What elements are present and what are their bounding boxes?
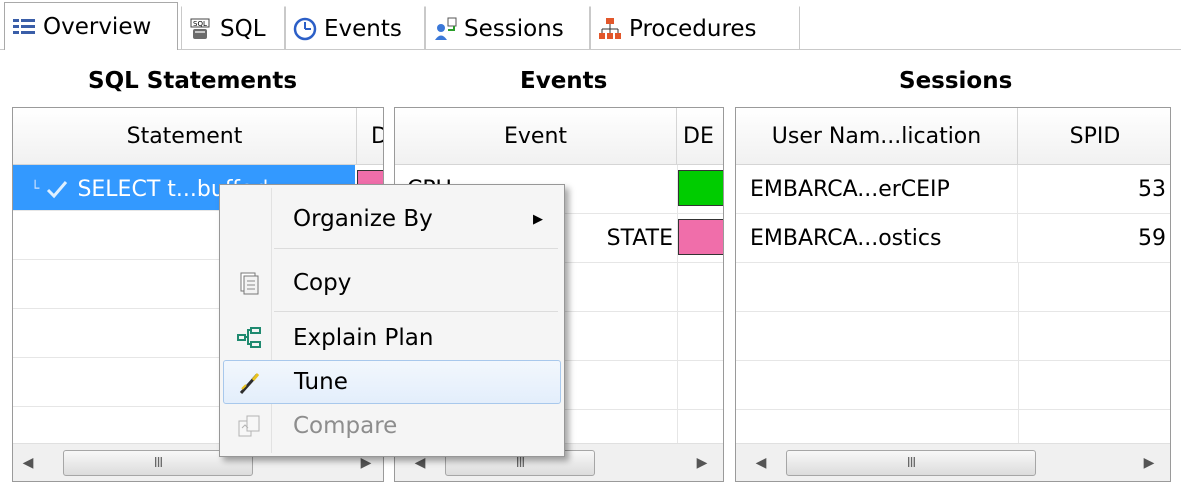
events-header-row: Event DE <box>395 108 723 165</box>
menu-item-organize-by[interactable]: Organize By ▶ <box>223 197 561 241</box>
table-row-empty <box>736 410 1170 445</box>
user-name-cell: EMBARCA...erCEIP <box>736 165 1018 213</box>
tree-connector-icon: └ <box>31 181 40 197</box>
scrollbar-grip: III <box>515 455 525 471</box>
menu-separator <box>274 248 558 249</box>
spid-cell: 53 <box>1138 176 1166 202</box>
sessions-panel: User Nam...lication SPID EMBARCA...erCEI… <box>735 107 1171 482</box>
scroll-right-arrow-icon[interactable]: ▶ <box>1138 452 1160 474</box>
column-divider <box>1018 263 1019 445</box>
sessions-heading: Sessions <box>899 68 1013 94</box>
sessions-header-row: User Nam...lication SPID <box>736 108 1170 165</box>
compare-icon <box>236 413 262 439</box>
scroll-right-arrow-icon[interactable]: ▶ <box>691 452 713 474</box>
explain-plan-icon <box>236 325 262 351</box>
sql-header-row: Statement D <box>13 108 383 165</box>
scrollbar-grip: III <box>153 455 163 471</box>
tab-events[interactable]: Events <box>285 6 425 50</box>
menu-item-label: Organize By <box>293 206 433 232</box>
sessions-horizontal-scrollbar[interactable]: ◀ III ▶ <box>736 443 1170 481</box>
menu-item-label: Compare <box>293 413 398 439</box>
tab-label: SQL <box>220 15 266 42</box>
scroll-left-arrow-icon[interactable]: ◀ <box>17 452 39 474</box>
menu-item-label: Tune <box>294 369 348 395</box>
user-name-cell: EMBARCA...ostics <box>736 214 1018 262</box>
copy-icon <box>236 270 262 296</box>
events-heading: Events <box>520 68 608 94</box>
submenu-arrow-icon: ▶ <box>533 211 543 227</box>
column-header-de[interactable]: DE <box>677 108 723 165</box>
checkmark-icon <box>45 177 69 201</box>
scrollbar-thumb[interactable]: III <box>786 450 1036 476</box>
column-divider <box>677 165 678 445</box>
menu-item-tune[interactable]: Tune <box>223 360 561 404</box>
tab-sql[interactable]: SQL SQL <box>181 6 285 50</box>
tab-label: Procedures <box>629 15 757 42</box>
table-row-empty <box>736 361 1170 410</box>
menu-separator <box>274 311 558 312</box>
menu-item-label: Explain Plan <box>293 325 434 351</box>
column-header-spid[interactable]: SPID <box>1018 108 1170 165</box>
context-menu: Organize By ▶ Copy Explain Plan Tune Com… <box>219 184 565 457</box>
column-header-d[interactable]: D <box>357 108 383 165</box>
menu-item-copy[interactable]: Copy <box>223 261 561 305</box>
sessions-icon <box>432 16 458 42</box>
scrollbar-grip: III <box>906 455 916 471</box>
procedures-icon <box>597 16 623 42</box>
svg-text:SQL: SQL <box>193 20 207 28</box>
tab-bar: Overview SQL SQL Events Sessions Procedu… <box>0 0 1181 50</box>
menu-item-compare[interactable]: Compare <box>223 404 561 448</box>
tune-wand-icon <box>237 370 263 396</box>
tab-overview[interactable]: Overview <box>4 2 178 50</box>
column-header-user-name-application[interactable]: User Nam...lication <box>736 108 1018 165</box>
table-row-empty <box>736 312 1170 361</box>
tab-label: Sessions <box>464 15 564 42</box>
green-color-swatch <box>678 170 723 206</box>
menu-item-label: Copy <box>293 270 352 296</box>
table-row-empty <box>736 263 1170 312</box>
pink-color-swatch <box>678 219 723 255</box>
tab-sessions[interactable]: Sessions <box>425 6 590 50</box>
table-row[interactable]: EMBARCA...ostics 59 <box>736 214 1170 263</box>
sql-icon: SQL <box>188 16 214 42</box>
tab-procedures[interactable]: Procedures <box>590 6 800 50</box>
menu-item-explain-plan[interactable]: Explain Plan <box>223 316 561 360</box>
scroll-left-arrow-icon[interactable]: ◀ <box>750 452 772 474</box>
spid-cell: 59 <box>1138 225 1166 251</box>
events-clock-icon <box>292 16 318 42</box>
sql-statements-heading: SQL Statements <box>88 68 298 94</box>
table-row[interactable]: EMBARCA...erCEIP 53 <box>736 165 1170 214</box>
column-header-event[interactable]: Event <box>395 108 677 165</box>
overview-icon <box>11 14 37 40</box>
tab-label: Events <box>324 15 402 42</box>
tab-label: Overview <box>43 13 152 40</box>
column-header-statement[interactable]: Statement <box>13 108 357 165</box>
